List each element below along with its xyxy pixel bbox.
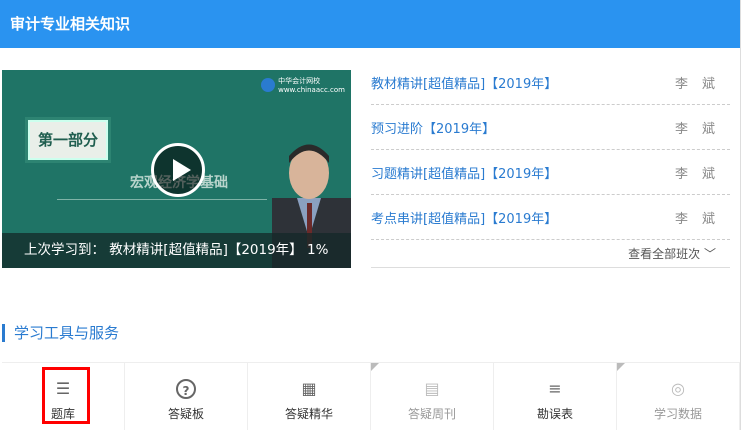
essence-icon: ▦ (301, 379, 317, 398)
tool-errata[interactable]: ≡ 勘误表 (494, 363, 617, 430)
course-teacher: 李斌 (675, 166, 730, 182)
course-item[interactable]: 习题精讲[超值精品]【2019年】 李斌 (371, 150, 730, 195)
last-study-bar[interactable]: 上次学习到： 教材精讲[超值精品]【2019年】 1% (2, 233, 351, 268)
tool-label: 答疑周刊 (407, 407, 456, 421)
course-list: 教材精讲[超值精品]【2019年】 李斌 预习进阶【2019年】 李斌 习题精讲[超… (371, 60, 730, 268)
tool-qa-board[interactable]: ? 答疑板 (125, 363, 248, 430)
view-all-classes-link[interactable]: 查看全部班次 ﹀ (371, 240, 730, 268)
tool-qa-weekly[interactable]: ▤ 答疑周刊 (371, 363, 494, 430)
last-study-label: 上次学习到： (24, 242, 105, 258)
tool-label: 学习数据 (653, 407, 702, 421)
progress-value: 1% (306, 242, 329, 258)
course-teacher: 李斌 (675, 211, 730, 227)
course-item[interactable]: 考点串讲[超值精品]【2019年】 李斌 (371, 195, 730, 240)
tool-label: 勘误表 (536, 407, 573, 421)
divider (57, 199, 267, 200)
school-logo: 中华会计网校 www.chinaacc.com (261, 76, 345, 94)
tool-label: 答疑精华 (284, 407, 333, 421)
last-study-course: 教材精讲[超值精品]【2019年】 (109, 242, 303, 258)
course-item[interactable]: 预习进阶【2019年】 李斌 (371, 105, 730, 150)
tool-label: 答疑板 (167, 407, 204, 421)
scrollbar-edge (740, 0, 741, 430)
course-teacher: 李斌 (675, 76, 730, 92)
menu-icon: ≡ (548, 379, 562, 398)
logo-icon (261, 78, 276, 92)
video-player[interactable]: 中华会计网校www.chinaacc.com 第一部分 宏观经济学基础 上次学习… (2, 70, 351, 268)
course-title[interactable]: 教材精讲[超值精品]【2019年】 (371, 73, 557, 92)
corner-mark (371, 363, 379, 371)
document-icon: ▤ (424, 379, 440, 398)
tool-qa-essence[interactable]: ▦ 答疑精华 (248, 363, 371, 430)
course-teacher: 李斌 (675, 121, 730, 137)
course-title[interactable]: 考点串讲[超值精品]【2019年】 (371, 208, 557, 227)
logo-url: www.chinaacc.com (278, 86, 345, 94)
logo-text: 中华会计网校 (278, 77, 321, 85)
tools-grid: ☰ 题库 ? 答疑板 ▦ 答疑精华 ▤ 答疑周刊 ≡ 勘误表 ◎ 学习数据 (2, 362, 740, 430)
video-badge: 第一部分 (28, 120, 108, 160)
page-header: 审计专业相关知识 (0, 0, 740, 48)
corner-mark (617, 363, 625, 371)
question-icon: ? (176, 379, 196, 399)
course-title[interactable]: 习题精讲[超值精品]【2019年】 (371, 163, 557, 182)
play-button[interactable] (151, 143, 205, 197)
target-icon: ◎ (671, 379, 685, 398)
section-title: 学习工具与服务 (2, 324, 119, 342)
tool-study-data[interactable]: ◎ 学习数据 (617, 363, 740, 430)
course-item[interactable]: 教材精讲[超值精品]【2019年】 李斌 (371, 60, 730, 105)
course-title[interactable]: 预习进阶【2019年】 (371, 118, 495, 137)
highlight-box (42, 367, 90, 424)
